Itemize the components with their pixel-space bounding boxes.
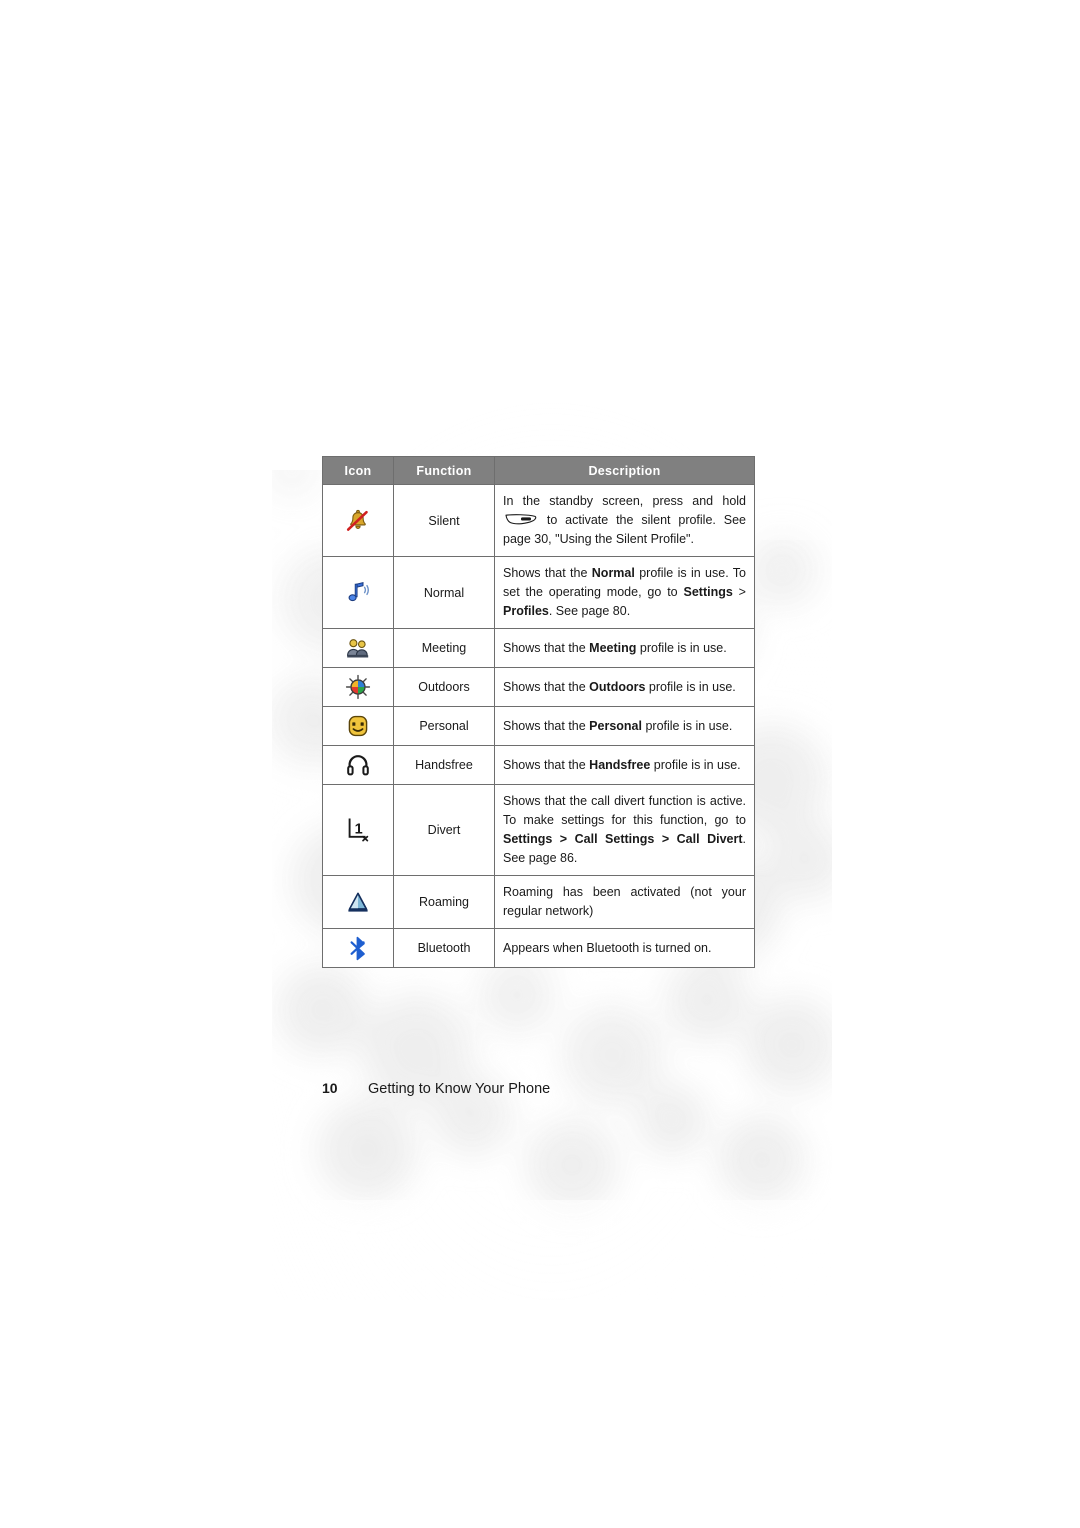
table-row: Personal Shows that the Personal profile…	[322, 706, 755, 746]
icon-cell-roaming	[322, 875, 394, 929]
table-header-row: Icon Function Description	[322, 456, 755, 485]
roaming-triangle-icon	[348, 892, 368, 912]
description-cell-outdoors: Shows that the Outdoors profile is in us…	[494, 667, 755, 707]
function-cell-bluetooth: Bluetooth	[393, 928, 495, 968]
function-cell-roaming: Roaming	[393, 875, 495, 929]
manual-page: Icon Function Description Silent In the …	[0, 0, 1080, 1528]
function-cell-meeting: Meeting	[393, 628, 495, 668]
personal-smiley-face-icon	[348, 715, 368, 737]
meeting-people-icon	[347, 639, 369, 658]
icon-cell-divert: 1	[322, 784, 394, 876]
normal-music-note-icon	[348, 581, 369, 601]
function-cell-divert: Divert	[393, 784, 495, 876]
icon-cell-handsfree	[322, 745, 394, 785]
end-call-key-icon	[505, 514, 537, 525]
icon-cell-normal	[322, 556, 394, 629]
icon-cell-personal	[322, 706, 394, 746]
footer-page-number: 10	[322, 1080, 338, 1096]
table-row: Silent In the standby screen, press and …	[322, 484, 755, 557]
table-row: Roaming Roaming has been activated (not …	[322, 875, 755, 929]
description-text-before-key: In the standby screen, press and hold	[503, 494, 746, 508]
divert-call-arrow-icon: 1	[348, 818, 369, 842]
icon-cell-silent	[322, 484, 394, 557]
description-cell-silent: In the standby screen, press and hold to…	[494, 484, 755, 557]
column-header-function: Function	[393, 456, 495, 485]
table-row: Handsfree Shows that the Handsfree profi…	[322, 745, 755, 785]
outdoors-sun-icon	[345, 674, 371, 700]
function-cell-silent: Silent	[393, 484, 495, 557]
description-text-after-key: to activate the silent profile. See page…	[503, 513, 746, 546]
function-cell-personal: Personal	[393, 706, 495, 746]
description-cell-roaming: Roaming has been activated (not your reg…	[494, 875, 755, 929]
icon-cell-bluetooth	[322, 928, 394, 968]
description-cell-bluetooth: Appears when Bluetooth is turned on.	[494, 928, 755, 968]
silent-bell-muted-icon	[346, 509, 368, 531]
description-cell-personal: Shows that the Personal profile is in us…	[494, 706, 755, 746]
table-row: Bluetooth Appears when Bluetooth is turn…	[322, 928, 755, 968]
icon-cell-meeting	[322, 628, 394, 668]
function-cell-outdoors: Outdoors	[393, 667, 495, 707]
description-cell-meeting: Shows that the Meeting profile is in use…	[494, 628, 755, 668]
table-body: Silent In the standby screen, press and …	[322, 484, 755, 968]
column-header-description: Description	[494, 456, 755, 485]
description-cell-divert: Shows that the call divert function is a…	[494, 784, 755, 876]
table-row: 1 Divert Shows that the call divert func…	[322, 784, 755, 876]
svg-text:1: 1	[355, 822, 363, 838]
description-cell-handsfree: Shows that the Handsfree profile is in u…	[494, 745, 755, 785]
table-row: Meeting Shows that the Meeting profile i…	[322, 628, 755, 668]
icon-cell-outdoors	[322, 667, 394, 707]
page-footer: 10 Getting to Know Your Phone	[322, 1080, 762, 1102]
bluetooth-icon	[350, 936, 365, 961]
function-cell-handsfree: Handsfree	[393, 745, 495, 785]
description-cell-normal: Shows that the Normal profile is in use.…	[494, 556, 755, 629]
footer-section-title: Getting to Know Your Phone	[368, 1081, 551, 1097]
table-row: Outdoors Shows that the Outdoors profile…	[322, 667, 755, 707]
function-cell-normal: Normal	[393, 556, 495, 629]
table-row: Normal Shows that the Normal profile is …	[322, 556, 755, 629]
column-header-icon: Icon	[322, 456, 394, 485]
handsfree-headset-icon	[347, 755, 369, 776]
status-icon-reference-table: Icon Function Description Silent In the …	[322, 456, 755, 968]
